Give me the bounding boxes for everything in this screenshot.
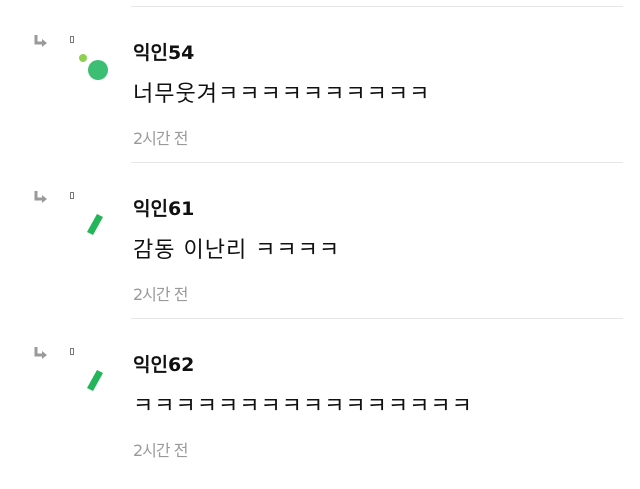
reply-arrow-icon: [34, 35, 47, 47]
missing-glyph-icon: [70, 348, 74, 355]
reply-arrow-icon: [34, 191, 47, 203]
reply-arrow-icon: [34, 347, 47, 359]
comment-time: 2시간 전: [133, 129, 188, 148]
green-slash-emoji-icon: [87, 214, 103, 235]
comment-item: 익인54 너무웃겨ㅋㅋㅋㅋㅋㅋㅋㅋㅋㅋ 2시간 전: [0, 6, 640, 162]
comment-nickname[interactable]: 익인54: [133, 38, 194, 65]
comment-item: 익인61 감동 이난리 ㅋㅋㅋㅋ 2시간 전: [0, 162, 640, 318]
comment-item: 익인62 ㅋㅋㅋㅋㅋㅋㅋㅋㅋㅋㅋㅋㅋㅋㅋㅋ 2시간 전: [0, 318, 640, 474]
comment-time: 2시간 전: [133, 441, 188, 460]
dot-emoji-icon: [79, 54, 108, 80]
comment-time: 2시간 전: [133, 285, 188, 304]
comment-text: 감동 이난리 ㅋㅋㅋㅋ: [133, 238, 341, 263]
comment-text: ㅋㅋㅋㅋㅋㅋㅋㅋㅋㅋㅋㅋㅋㅋㅋㅋ: [133, 394, 473, 419]
missing-glyph-icon: [70, 192, 74, 199]
green-slash-emoji-icon: [87, 370, 103, 391]
missing-glyph-icon: [70, 36, 74, 43]
comment-nickname[interactable]: 익인61: [133, 194, 194, 221]
comment-text: 너무웃겨ㅋㅋㅋㅋㅋㅋㅋㅋㅋㅋ: [133, 82, 431, 107]
comment-thread: 익인54 너무웃겨ㅋㅋㅋㅋㅋㅋㅋㅋㅋㅋ 2시간 전 익인61 감동 이난리 ㅋㅋ…: [0, 0, 640, 489]
comment-nickname[interactable]: 익인62: [133, 350, 194, 377]
